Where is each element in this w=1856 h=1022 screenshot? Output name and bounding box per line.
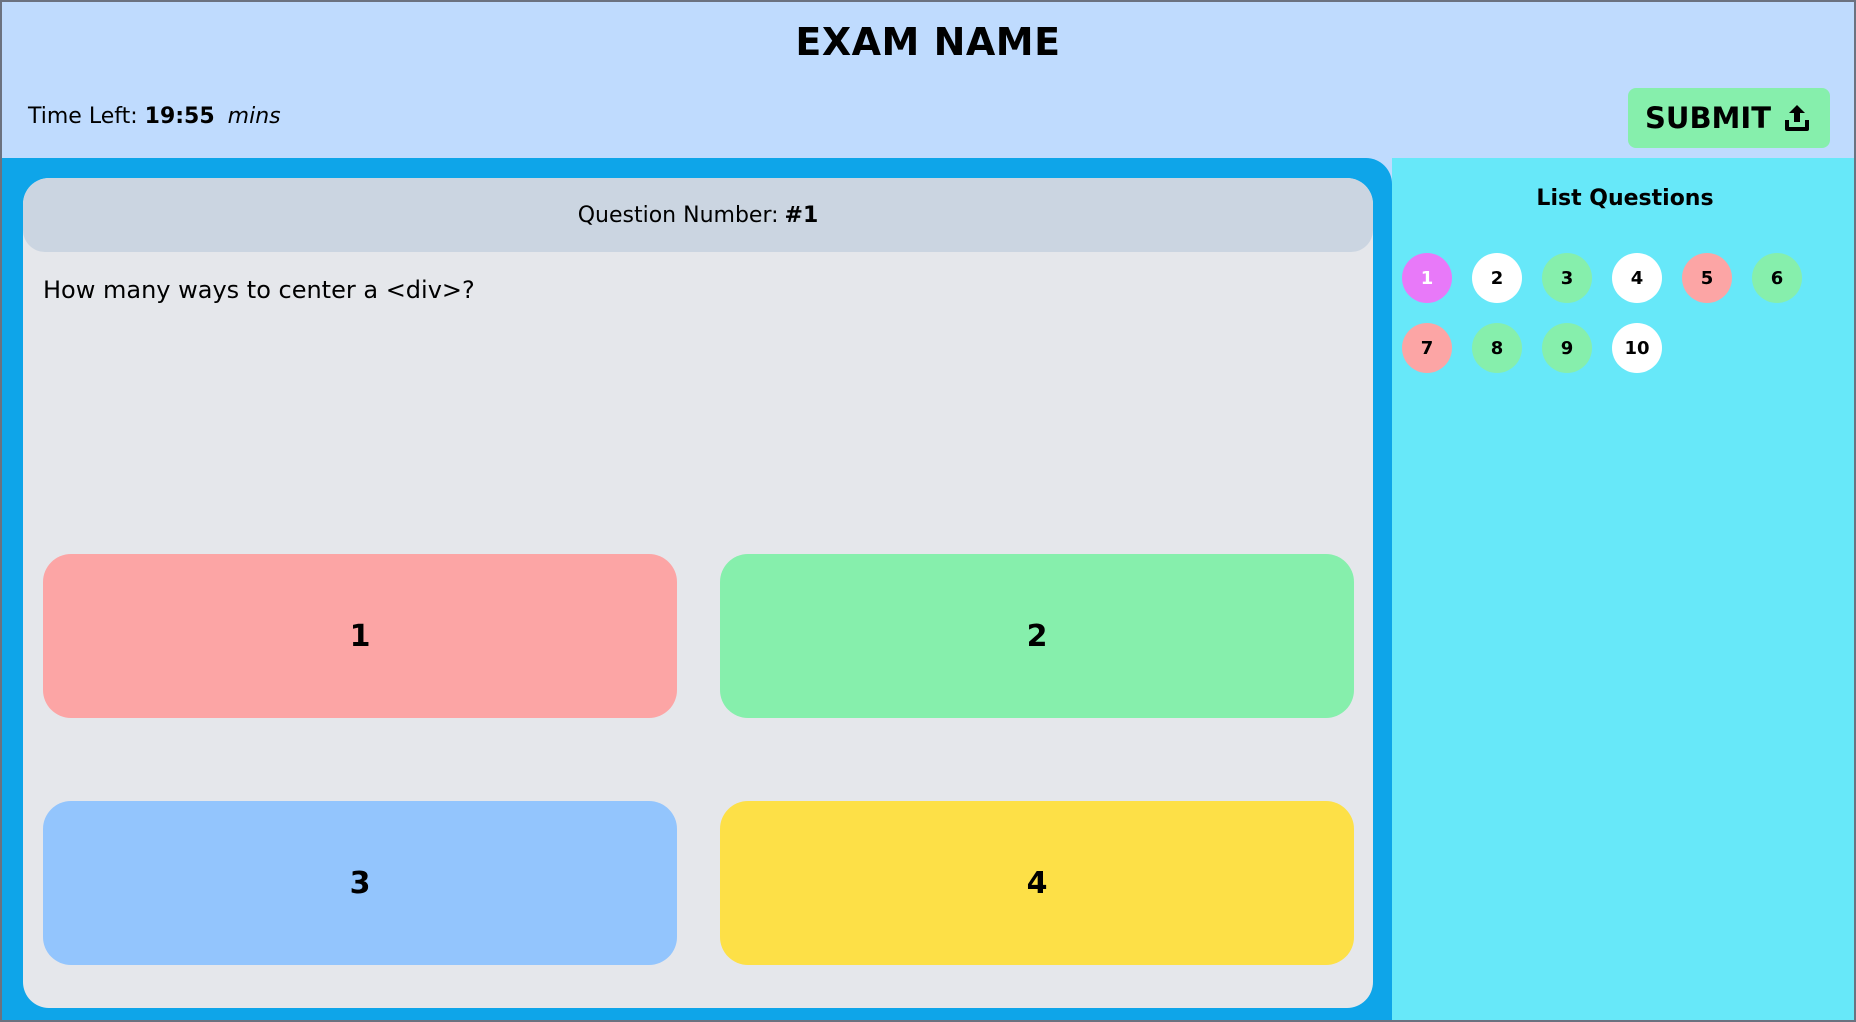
question-nav-item[interactable]: 4 — [1612, 253, 1662, 303]
main-panel: Question Number: #1 How many ways to cen… — [2, 158, 1392, 1020]
question-card: Question Number: #1 How many ways to cen… — [23, 178, 1373, 1008]
question-nav-item[interactable]: 5 — [1682, 253, 1732, 303]
question-nav-item[interactable]: 9 — [1542, 323, 1592, 373]
timer-value: 19:55 — [144, 104, 215, 129]
timer: Time Left: 19:55 mins — [28, 104, 281, 129]
option-1[interactable]: 1 — [43, 554, 677, 718]
question-nav-item[interactable]: 10 — [1612, 323, 1662, 373]
question-nav-item[interactable]: 7 — [1402, 323, 1452, 373]
question-nav-item[interactable]: 6 — [1752, 253, 1802, 303]
question-nav-item[interactable]: 2 — [1472, 253, 1522, 303]
question-grid: 1 2 3 4 5 6 7 8 9 10 — [1402, 253, 1842, 373]
question-nav-item[interactable]: 1 — [1402, 253, 1452, 303]
exam-app: EXAM NAME Time Left: 19:55 mins SUBMIT Q… — [0, 0, 1856, 1022]
upload-icon — [1781, 102, 1813, 134]
submit-label: SUBMIT — [1645, 101, 1771, 135]
question-number-label: Question Number: — [577, 202, 779, 228]
option-4[interactable]: 4 — [720, 801, 1354, 965]
sidebar-title: List Questions — [1536, 186, 1714, 211]
question-nav-item[interactable]: 3 — [1542, 253, 1592, 303]
timer-unit: mins — [227, 104, 281, 129]
exam-title: EXAM NAME — [795, 20, 1061, 64]
timer-label: Time Left: — [28, 104, 138, 129]
question-text: How many ways to center a <div>? — [43, 276, 475, 304]
submit-button[interactable]: SUBMIT — [1628, 88, 1830, 148]
question-header: Question Number: #1 — [23, 178, 1373, 252]
question-list-sidebar: List Questions 1 2 3 4 5 6 7 8 9 10 — [1392, 158, 1854, 1020]
option-3[interactable]: 3 — [43, 801, 677, 965]
question-nav-item[interactable]: 8 — [1472, 323, 1522, 373]
option-2[interactable]: 2 — [720, 554, 1354, 718]
header: EXAM NAME Time Left: 19:55 mins SUBMIT — [2, 2, 1854, 156]
question-number: #1 — [784, 202, 819, 228]
